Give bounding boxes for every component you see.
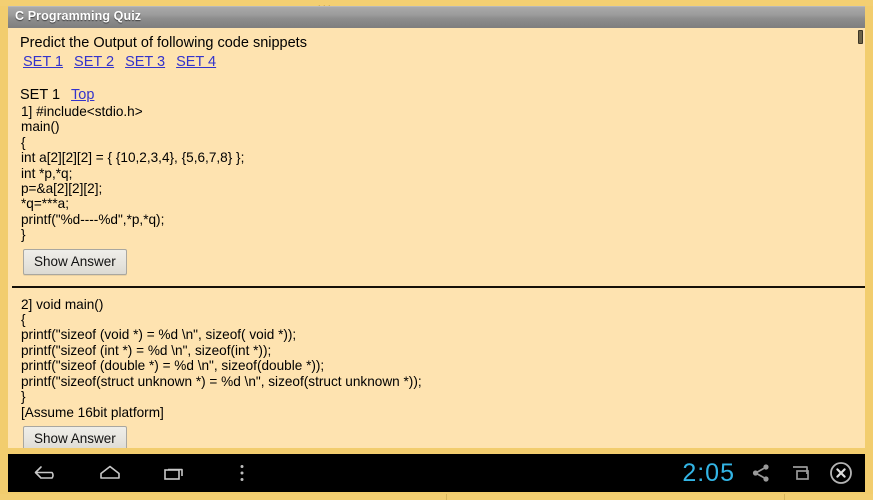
overflow-menu-icon[interactable] [215, 454, 269, 492]
window-title-bar: C Programming Quiz [8, 6, 865, 28]
code-snippet-1: 1] #include<stdio.h> main() { int a[2][2… [21, 104, 245, 243]
section-divider [12, 285, 865, 288]
recent-apps-glyph [164, 468, 183, 480]
back-arrow-glyph [34, 466, 54, 479]
home-glyph [100, 465, 120, 479]
show-answer-button-2[interactable]: Show Answer [23, 425, 127, 448]
window-title: C Programming Quiz [15, 9, 142, 23]
restore-window-glyph [793, 466, 809, 480]
home-icon[interactable] [85, 454, 139, 492]
link-set-3[interactable]: SET 3 [125, 54, 165, 70]
show-answer-2-wrap: Show Answer [12, 420, 865, 448]
page-body: Predict the Output of following code sni… [8, 28, 865, 448]
show-answer-button-1[interactable]: Show Answer [23, 248, 127, 275]
restore-window-icon[interactable] [781, 454, 821, 492]
link-top[interactable]: Top [71, 87, 94, 103]
link-set-1[interactable]: SET 1 [23, 54, 63, 70]
share-icon[interactable] [741, 454, 781, 492]
bottom-seam [784, 494, 785, 500]
share-glyph [752, 464, 769, 482]
clipped-bottom-strip [0, 494, 873, 500]
section-1-heading-row: SET 1 Top [12, 86, 865, 104]
page-intro-text: Predict the Output of following code sni… [20, 35, 307, 51]
section-1-heading: SET 1 [20, 87, 61, 103]
show-answer-1-wrap: Show Answer [12, 243, 865, 275]
code-snippet-2: 2] void main() { printf("sizeof (void *)… [21, 296, 422, 420]
web-content-area[interactable]: Predict the Output of following code sni… [8, 28, 865, 448]
recent-apps-icon[interactable] [150, 454, 204, 492]
system-clock: 2:05 [682, 459, 735, 487]
close-circle-glyph [830, 462, 852, 484]
overflow-menu-glyph [240, 465, 244, 481]
android-navigation-bar: 2:05 [8, 454, 865, 492]
set-links-row: SET 1 SET 2 SET 3 SET 4 [12, 52, 865, 72]
close-circle-icon[interactable] [821, 454, 861, 492]
device-frame: . . . C Programming Quiz Predict the Out… [0, 0, 873, 500]
bottom-seam [446, 494, 447, 500]
link-set-2[interactable]: SET 2 [74, 54, 114, 70]
link-set-4[interactable]: SET 4 [176, 54, 216, 70]
back-arrow-icon[interactable] [20, 454, 74, 492]
